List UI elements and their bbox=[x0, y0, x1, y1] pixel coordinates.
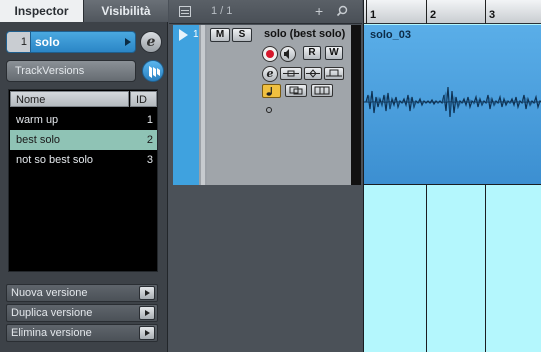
bar-line bbox=[426, 0, 427, 24]
inspector-tabs: Inspector Visibilità bbox=[0, 0, 168, 22]
column-header-id[interactable]: ID bbox=[130, 91, 157, 107]
track-level-meter bbox=[351, 25, 361, 185]
version-id: 1 bbox=[146, 114, 153, 126]
status-dot bbox=[266, 107, 272, 113]
table-row-selected[interactable]: best solo 2 bbox=[10, 130, 157, 150]
track-separator bbox=[364, 184, 541, 185]
tab-inspector[interactable]: Inspector bbox=[0, 0, 84, 22]
edit-instrument-button[interactable]: e bbox=[262, 66, 278, 82]
inspector-track-row: 1 solo e bbox=[6, 31, 162, 53]
new-version-label: Nuova versione bbox=[11, 287, 88, 299]
track-title[interactable]: solo (best solo) bbox=[264, 28, 345, 40]
bar-gridline bbox=[426, 184, 427, 352]
arrange-view[interactable]: 1 2 3 solo_03 bbox=[363, 0, 541, 352]
timebase-note-icon[interactable] bbox=[262, 84, 281, 98]
inspector-panel: Inspector Visibilità 1 solo e TrackVersi… bbox=[0, 0, 168, 352]
version-name: best solo bbox=[16, 134, 61, 146]
expand-arrow-icon[interactable] bbox=[125, 38, 131, 46]
track-number: 1 bbox=[7, 32, 31, 52]
table-row[interactable]: not so best solo 3 bbox=[10, 150, 157, 170]
version-name: not so best solo bbox=[16, 154, 94, 166]
insert-bypass-icon[interactable] bbox=[280, 67, 302, 80]
edit-channel-button[interactable]: e bbox=[140, 31, 162, 53]
tab-visibility[interactable]: Visibilità bbox=[84, 0, 168, 22]
bar-number: 1 bbox=[370, 9, 377, 21]
bar-number: 3 bbox=[489, 9, 496, 21]
track-list-toolbar: 1 / 1 + bbox=[169, 0, 362, 24]
delete-version-button[interactable]: Elimina versione bbox=[6, 324, 158, 342]
bar-line bbox=[366, 0, 367, 24]
folder-lanes-icon[interactable] bbox=[311, 84, 333, 97]
bar-gridline bbox=[485, 184, 486, 352]
bar-number: 2 bbox=[430, 9, 437, 21]
play-arrow-icon[interactable] bbox=[139, 326, 155, 340]
version-id: 2 bbox=[146, 134, 153, 146]
table-row[interactable]: warm up 1 bbox=[10, 110, 157, 130]
lanes-icon[interactable] bbox=[285, 84, 307, 97]
bar-line bbox=[485, 0, 486, 24]
record-enable-button[interactable] bbox=[262, 46, 278, 62]
version-name: warm up bbox=[16, 114, 59, 126]
timeline-ruler[interactable]: 1 2 3 bbox=[364, 0, 541, 24]
track-name: solo bbox=[35, 35, 60, 49]
column-header-name[interactable]: Nome bbox=[10, 91, 129, 107]
waveform bbox=[364, 86, 541, 118]
duplicate-version-button[interactable]: Duplica versione bbox=[6, 304, 158, 322]
track-versions-label: TrackVersions bbox=[15, 65, 85, 77]
track-list: 1 / 1 + 1 M S solo (best solo) R W e bbox=[169, 0, 362, 352]
eq-bypass-icon[interactable] bbox=[304, 67, 322, 80]
menu-icon[interactable] bbox=[179, 6, 191, 17]
add-track-icon[interactable]: + bbox=[315, 3, 323, 19]
track-divider bbox=[201, 25, 205, 185]
track-versions-row: TrackVersions bbox=[6, 60, 164, 82]
track-controls: M S solo (best solo) R W e bbox=[207, 25, 351, 185]
play-arrow-icon[interactable] bbox=[139, 306, 155, 320]
track-versions-icon[interactable] bbox=[142, 60, 164, 82]
track-header[interactable]: 1 M S solo (best solo) R W e bbox=[173, 25, 361, 185]
play-triangle-icon bbox=[179, 29, 188, 41]
version-id: 3 bbox=[146, 154, 153, 166]
play-arrow-icon[interactable] bbox=[139, 286, 155, 300]
track-name-field[interactable]: 1 solo bbox=[6, 31, 136, 53]
audio-event[interactable]: solo_03 bbox=[364, 25, 541, 184]
search-icon[interactable] bbox=[336, 5, 348, 17]
read-automation-button[interactable]: R bbox=[303, 46, 321, 60]
track-color-strip[interactable]: 1 bbox=[173, 25, 199, 185]
track-versions-field[interactable]: TrackVersions bbox=[6, 60, 136, 82]
write-automation-button[interactable]: W bbox=[325, 46, 343, 60]
delete-version-label: Elimina versione bbox=[11, 327, 92, 339]
track-count: 1 / 1 bbox=[211, 5, 233, 17]
mute-button[interactable]: M bbox=[210, 28, 230, 42]
send-bypass-icon[interactable] bbox=[324, 67, 344, 80]
duplicate-version-label: Duplica versione bbox=[11, 307, 93, 319]
new-version-button[interactable]: Nuova versione bbox=[6, 284, 158, 302]
solo-button[interactable]: S bbox=[232, 28, 252, 42]
versions-table: Nome ID warm up 1 best solo 2 not so bes… bbox=[8, 89, 158, 272]
track-index: 1 bbox=[193, 29, 199, 40]
monitor-speaker-icon[interactable] bbox=[280, 46, 296, 62]
